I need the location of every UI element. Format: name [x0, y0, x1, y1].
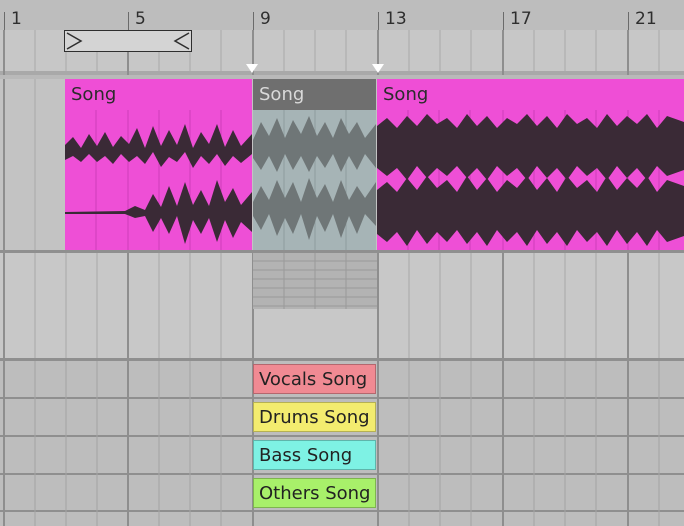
- timeline-ruler[interactable]: 1 5 9 13 17 21: [0, 0, 684, 30]
- audio-clip-song[interactable]: Song: [377, 79, 684, 250]
- clip-title: Song: [253, 79, 376, 110]
- audio-clip-song-selected[interactable]: Song: [253, 79, 376, 250]
- waveform: [377, 110, 684, 250]
- ruler-bar-label: 17: [510, 9, 532, 29]
- ruler-tick: [128, 12, 129, 30]
- loop-brace[interactable]: [64, 30, 192, 52]
- ruler-bar-label: 21: [635, 9, 657, 29]
- clip-title: Song: [65, 79, 252, 110]
- stem-clip-vocals[interactable]: Vocals Song: [253, 364, 376, 394]
- ruler-bar-label: 9: [260, 9, 271, 29]
- clip-title: Song: [377, 79, 684, 110]
- stem-clip-drums[interactable]: Drums Song: [253, 402, 376, 432]
- loop-brace-arrows: [66, 32, 190, 50]
- audio-clip-song[interactable]: Song: [65, 79, 252, 250]
- ruler-tick: [253, 12, 254, 30]
- selection-end-marker[interactable]: [372, 64, 384, 73]
- clip-waveform-area: [65, 110, 252, 250]
- selection-start-marker[interactable]: [246, 64, 258, 73]
- stem-clip-bass[interactable]: Bass Song: [253, 440, 376, 470]
- ruler-bar-label: 13: [385, 9, 407, 29]
- ruler-tick: [378, 12, 379, 30]
- clip-waveform-area: [253, 110, 376, 250]
- mid-grid: [3, 253, 660, 358]
- ruler-tick: [4, 12, 5, 30]
- ruler-bar-label: 1: [11, 9, 22, 29]
- waveform: [253, 110, 376, 250]
- waveform: [65, 110, 252, 250]
- clip-waveform-area: [377, 110, 684, 250]
- ruler-tick: [628, 12, 629, 30]
- stem-clip-others[interactable]: Others Song: [253, 478, 376, 508]
- ruler-bar-label: 5: [135, 9, 146, 29]
- ruler-tick: [503, 12, 504, 30]
